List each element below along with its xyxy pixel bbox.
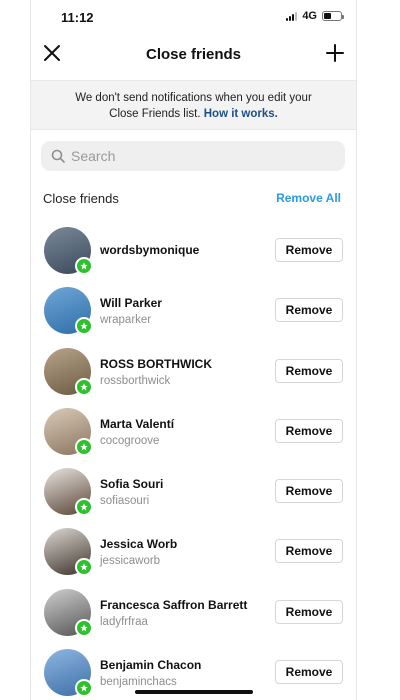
remove-button[interactable]: Remove [275,479,343,504]
friend-username: benjaminchacs [100,676,177,689]
remove-button[interactable]: Remove [275,418,343,443]
friend-name: Marta Valentí [100,416,175,431]
status-indicators: 4G [286,10,344,22]
close-friend-star-icon [75,498,93,517]
friend-username: sofiasouri [100,495,150,508]
close-friend-star-icon [75,618,93,637]
section-header: Close friends Remove All [43,191,341,207]
remove-button[interactable]: Remove [275,539,343,564]
list-item[interactable]: ROSS BORTHWICK rossborthwick Remove [31,343,356,403]
banner-text-line1: We don't send notifications when you edi… [75,92,312,104]
phone-screen: 11:12 4G Close friends We don't send not… [30,0,357,700]
signal-icon [286,11,298,21]
close-friend-star-icon [75,377,93,396]
search-bar[interactable] [41,141,345,171]
remove-button[interactable]: Remove [275,660,343,685]
friend-name: ROSS BORTHWICK [100,356,212,371]
plus-icon [326,44,344,62]
banner-text-line2: Close Friends list. How it works. [31,106,356,122]
banner-text-prefix: Close Friends list. [109,108,201,120]
info-banner: We don't send notifications when you edi… [31,80,356,130]
status-bar: 11:12 4G [31,0,356,34]
close-friend-star-icon [75,317,93,336]
friend-username: rossborthwick [100,374,171,387]
how-it-works-link[interactable]: How it works. [204,108,278,120]
battery-icon [322,11,344,21]
section-label: Close friends [43,191,119,206]
friend-username: wraparker [100,314,152,327]
remove-all-button[interactable]: Remove All [276,191,341,205]
search-icon [51,149,65,163]
friend-name: Benjamin Chacon [100,658,202,673]
list-item[interactable]: Sofia Souri sofiasouri Remove [31,463,356,523]
friend-username: ladyfrfraa [100,615,148,628]
add-button[interactable] [326,44,344,62]
home-indicator [135,690,253,694]
close-friend-star-icon [75,558,93,577]
close-friend-star-icon [75,257,93,275]
friend-name: Will Parker [100,296,162,311]
friend-list: wordsbymonique Remove Will Parker wraparker… [31,222,356,700]
friend-username: jessicaworb [100,555,161,568]
remove-button[interactable]: Remove [275,238,343,262]
friend-username: cocogroove [100,434,160,447]
list-item[interactable]: Jessica Worb jessicaworb Remove [31,523,356,583]
list-item[interactable]: Francesca Saffron Barrett ladyfrfraa Remov… [31,584,356,644]
search-input[interactable] [71,148,331,164]
remove-button[interactable]: Remove [275,298,343,323]
remove-button[interactable]: Remove [275,599,343,624]
close-friend-star-icon [75,437,93,456]
status-time: 11:12 [61,10,94,25]
network-type: 4G [302,10,317,22]
close-friend-star-icon [75,679,93,698]
friend-name: Sofia Souri [100,477,164,492]
friend-name: Francesca Saffron Barrett [100,597,248,612]
list-item[interactable]: wordsbymonique Remove [31,222,356,282]
friend-name: Jessica Worb [100,537,178,552]
friend-name: wordsbymonique [100,243,200,257]
page-title: Close friends [145,46,242,63]
list-item[interactable]: Marta Valentí cocogroove Remove [31,403,356,463]
list-item[interactable]: Will Parker wraparker Remove [31,282,356,342]
header: Close friends [31,34,356,74]
remove-button[interactable]: Remove [275,358,343,383]
